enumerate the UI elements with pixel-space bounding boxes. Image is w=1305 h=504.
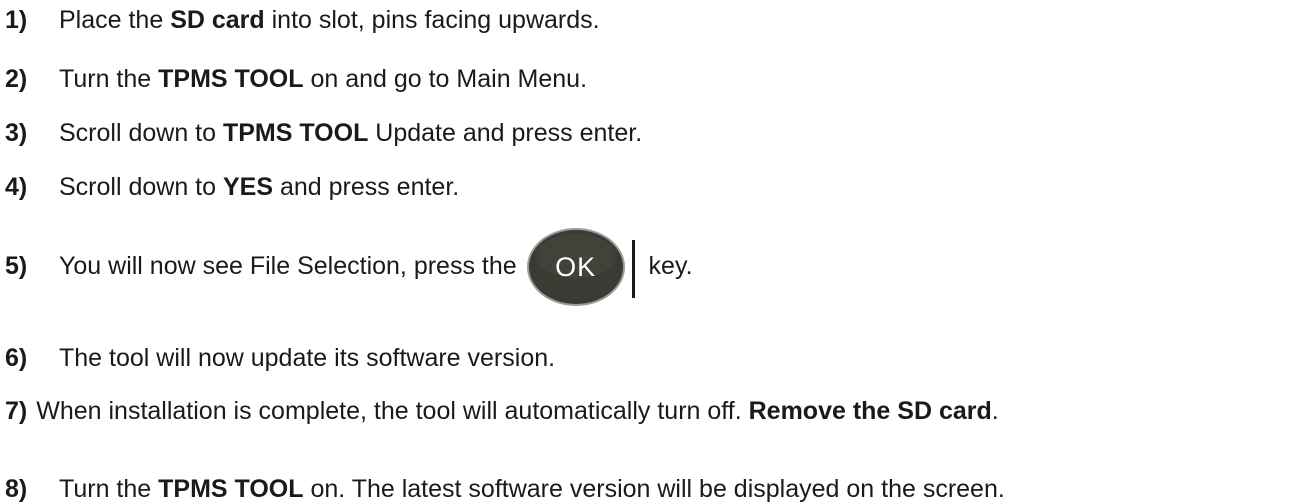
step-text: key. <box>641 252 693 280</box>
step-emphasis: TPMS TOOL <box>222 119 369 147</box>
step-number: 7) <box>5 397 28 425</box>
ok-key-label: OK <box>555 252 597 283</box>
step-text: When installation is complete, the tool … <box>36 397 749 425</box>
step-number: 3) <box>5 119 28 147</box>
step-1: 1) Place the SD card into slot, pins faci… <box>5 5 600 35</box>
step-emphasis: TPMS TOOL <box>158 475 304 503</box>
step-text: Turn the <box>59 65 159 93</box>
step-2: 2) Turn the TPMS TOOL on and go to Main M… <box>5 64 587 94</box>
step-text: . <box>991 397 999 425</box>
step-emphasis: SD card <box>170 6 265 34</box>
step-number: 8) <box>5 475 28 503</box>
step-3: 3) Scroll down to TPMS TOOL Update and pr… <box>5 118 642 148</box>
step-text: into slot, pins facing upwards. <box>264 6 600 34</box>
step-5: 5) You will now see File Selection, press… <box>5 228 693 307</box>
ok-key-icon: OK <box>526 226 638 308</box>
instructions-document: 1) Place the SD card into slot, pins faci… <box>0 0 1305 504</box>
step-emphasis: TPMS TOOL <box>158 65 304 93</box>
step-number: 2) <box>5 65 28 93</box>
step-number: 5) <box>5 252 28 280</box>
step-8: 8) Turn the TPMS TOOL on. The latest soft… <box>5 474 1005 504</box>
step-number: 1) <box>5 6 28 34</box>
step-emphasis: YES <box>222 173 273 201</box>
step-text: You will now see File Selection, press t… <box>59 252 524 280</box>
step-number: 4) <box>5 173 28 201</box>
step-7: 7) When installation is complete, the too… <box>5 397 1297 426</box>
step-text: Update and press enter. <box>368 119 643 147</box>
step-number: 6) <box>5 344 28 372</box>
step-4: 4) Scroll down to YES and press enter. <box>5 172 459 202</box>
step-text: Scroll down to <box>59 119 223 147</box>
step-text: The tool will now update its software ve… <box>59 344 556 372</box>
step-6: 6) The tool will now update its software … <box>5 343 555 373</box>
step-text: Turn the <box>59 475 159 503</box>
step-emphasis: Remove the SD card <box>748 397 992 425</box>
step-text: and press enter. <box>273 173 460 201</box>
step-text: on and go to Main Menu. <box>303 65 588 93</box>
step-text: on. The latest software version will be … <box>303 475 1005 503</box>
step-text: Place the <box>59 6 171 34</box>
step-text: Scroll down to <box>59 173 223 201</box>
